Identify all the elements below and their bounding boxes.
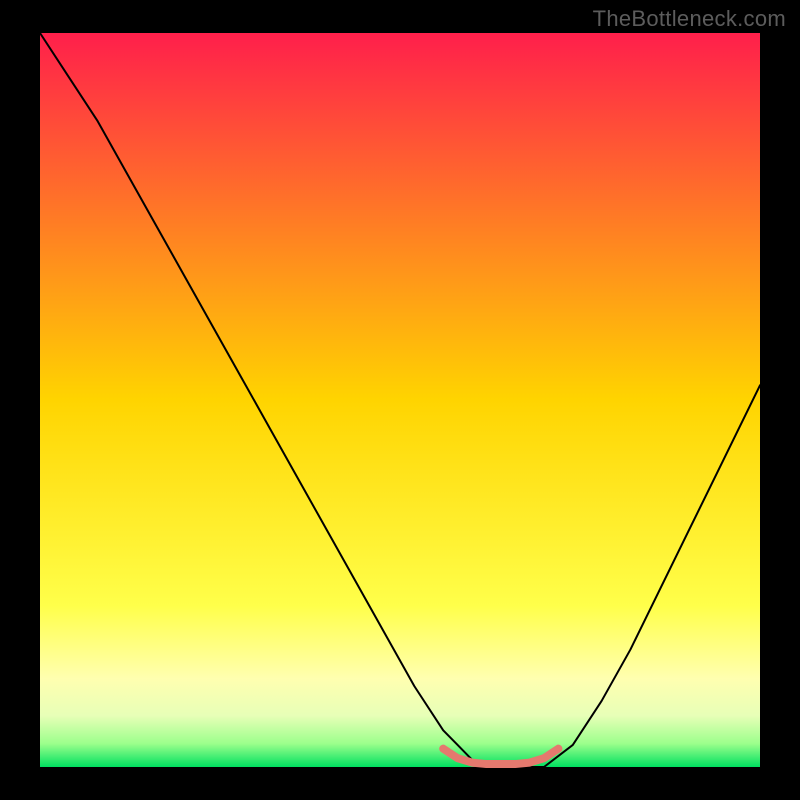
plot-background [40, 33, 760, 767]
watermark-text: TheBottleneck.com [593, 6, 786, 32]
bottleneck-chart [0, 0, 800, 800]
chart-frame: TheBottleneck.com [0, 0, 800, 800]
